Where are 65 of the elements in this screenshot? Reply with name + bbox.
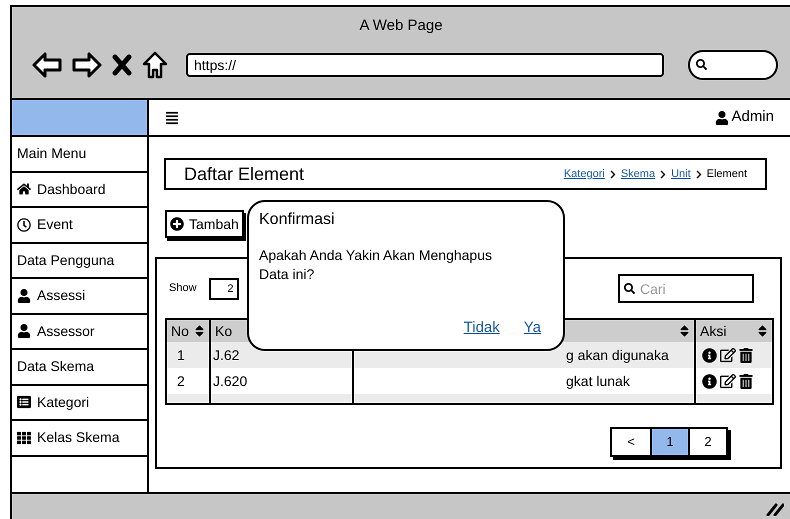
clock-icon xyxy=(17,218,31,232)
user-icon xyxy=(17,288,31,303)
user-name[interactable]: Admin xyxy=(731,106,774,129)
close-icon[interactable] xyxy=(112,54,132,76)
sidebar-section: Data Pengguna xyxy=(12,244,147,279)
page-button[interactable]: 1 xyxy=(650,429,688,455)
sidebar-item[interactable]: Assessor xyxy=(12,314,147,350)
breadcrumb-link[interactable]: Kategori xyxy=(564,166,605,182)
sidebar-item[interactable]: Dashboard xyxy=(12,172,147,208)
sidebar-label: Kelas Skema xyxy=(37,428,120,448)
back-icon[interactable] xyxy=(32,52,62,78)
search-field[interactable] xyxy=(688,50,778,80)
breadcrumb-current: Element xyxy=(706,166,747,182)
chevron-icon xyxy=(659,170,668,178)
sidebar-label: Dashboard xyxy=(37,180,106,199)
home-icon[interactable] xyxy=(142,50,168,78)
chevron-icon xyxy=(694,170,703,178)
resize-grip-icon xyxy=(766,502,784,516)
edit-icon[interactable] xyxy=(720,373,736,389)
search-icon xyxy=(696,59,707,70)
list-icon xyxy=(17,395,31,410)
home-icon xyxy=(17,182,31,196)
add-button[interactable]: Tambah xyxy=(165,210,244,238)
window-title: A Web Page xyxy=(359,16,443,36)
sort-icon xyxy=(679,324,690,338)
user-icon xyxy=(17,324,31,338)
menu-icon[interactable] xyxy=(165,110,179,124)
breadcrumb-link[interactable]: Unit xyxy=(671,166,691,182)
dialog-link[interactable]: Ya xyxy=(524,316,541,339)
sidebar-section: Main Menu xyxy=(12,137,147,172)
sidebar-item[interactable]: Assessi xyxy=(12,279,147,314)
sort-icon xyxy=(757,324,768,338)
dialog-link[interactable]: Tidak xyxy=(464,316,500,339)
sidebar-item[interactable]: Event xyxy=(12,208,147,244)
breadcrumb-link[interactable]: Skema xyxy=(620,166,656,182)
info-icon[interactable] xyxy=(702,374,717,388)
column-label: No xyxy=(171,322,189,340)
edit-icon[interactable] xyxy=(720,347,736,363)
show-label: Show xyxy=(169,281,197,296)
chevron-icon xyxy=(608,170,617,178)
sidebar-section: Data Skema xyxy=(12,350,147,386)
column-label: Ko xyxy=(215,322,232,340)
search-icon xyxy=(624,283,635,294)
sidebar-label: Kategori xyxy=(37,392,90,412)
plus-icon xyxy=(170,217,184,231)
delete-icon[interactable] xyxy=(739,348,753,362)
search-field[interactable]: Cari xyxy=(618,274,754,303)
forward-icon[interactable] xyxy=(72,52,102,78)
sidebar-label: Assessor xyxy=(37,322,95,341)
url-field[interactable]: https:// xyxy=(186,52,664,76)
dialog-title: Konfirmasi xyxy=(259,210,336,230)
grid-icon xyxy=(17,430,31,445)
page-size-select[interactable]: 2 xyxy=(208,278,239,300)
sidebar-label: Event xyxy=(37,215,73,234)
delete-icon[interactable] xyxy=(739,374,753,388)
sidebar-item[interactable]: Kelas Skema xyxy=(12,421,147,456)
sort-icon xyxy=(194,324,205,338)
user-icon xyxy=(715,110,730,124)
page-title: Daftar Element xyxy=(184,162,304,186)
sidebar-item[interactable]: Kategori xyxy=(12,386,147,421)
column-header[interactable]: Aksi xyxy=(696,320,772,342)
column-label: Aksi xyxy=(700,322,726,340)
dialog-message: Apakah Anda Yakin Akan Menghapus Data ini? xyxy=(259,246,493,284)
sidebar-label: Assessi xyxy=(37,286,86,306)
info-icon[interactable] xyxy=(702,348,717,362)
